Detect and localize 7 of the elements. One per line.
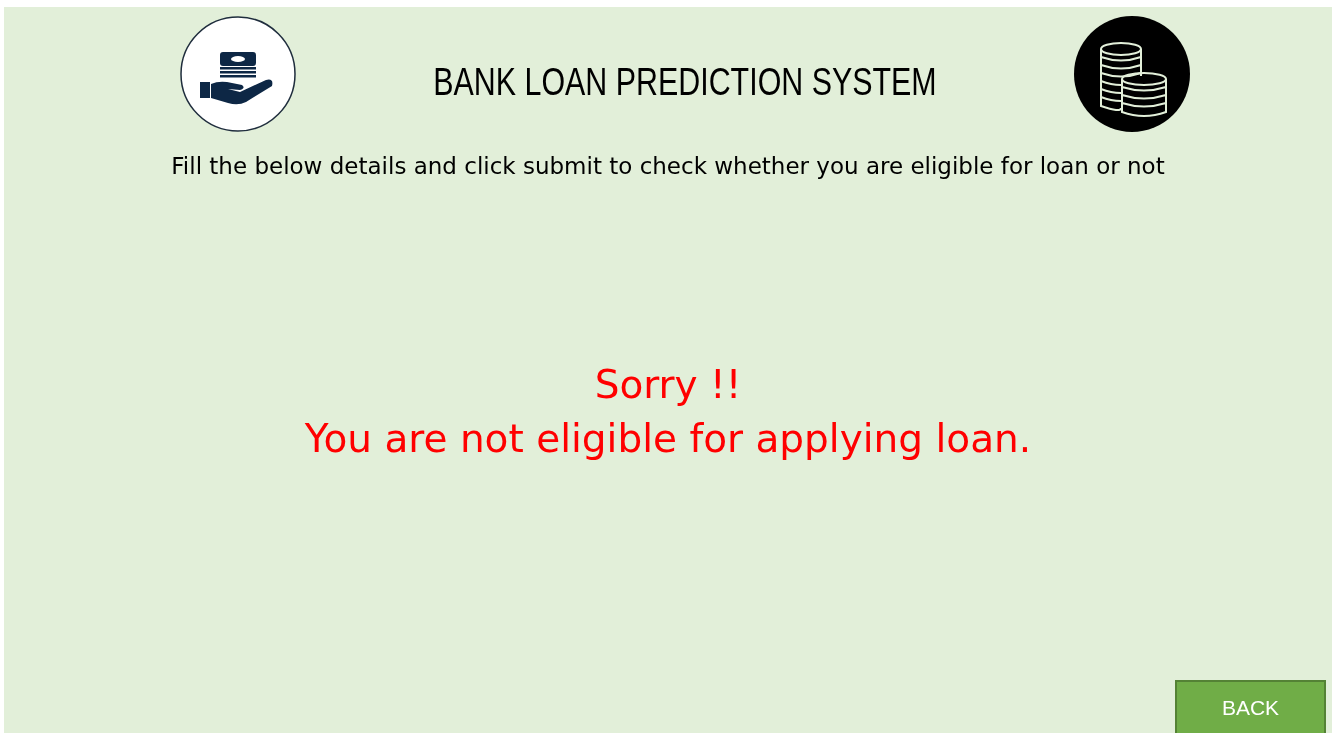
money-hand-icon <box>180 15 296 132</box>
result-message: You are not eligible for applying loan. <box>304 414 1032 463</box>
page-title: BANK LOAN PREDICTION SYSTEM <box>432 60 938 105</box>
coins-icon <box>1074 15 1190 132</box>
back-button[interactable]: BACK <box>1175 680 1326 733</box>
result-message: Sorry !! <box>594 360 742 409</box>
instruction-text: Fill the below details and click submit to check whether you are eligible for loan or not <box>170 152 1166 181</box>
